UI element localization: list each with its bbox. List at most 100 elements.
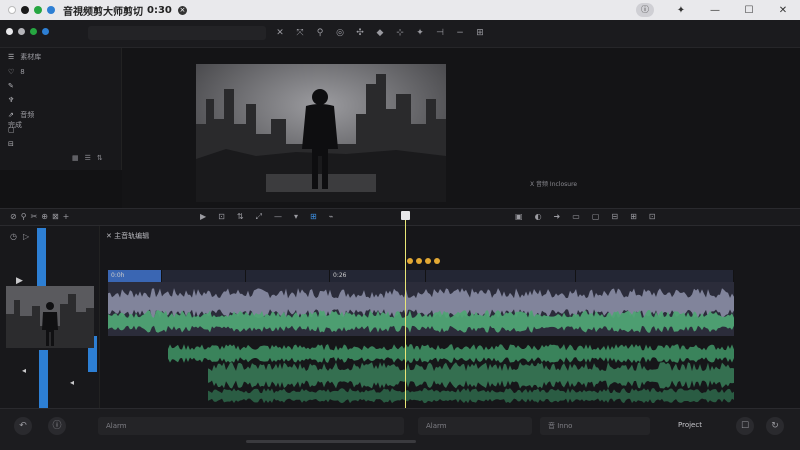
grid-icon[interactable]: ▦ xyxy=(72,154,79,162)
marker[interactable] xyxy=(434,258,440,264)
info-icon[interactable]: ⓘ xyxy=(48,417,66,435)
search-icon[interactable]: ⚲ xyxy=(21,212,27,221)
add-circle-icon[interactable]: ⊕ xyxy=(41,212,48,221)
sidebar-item-2[interactable]: ✎ xyxy=(8,82,18,90)
track-level-bar xyxy=(37,228,46,288)
panel-icon: ⊟ xyxy=(8,140,14,148)
delete-icon[interactable]: ⊠ xyxy=(52,212,59,221)
window-dot-4[interactable] xyxy=(47,6,55,14)
track-play-icon[interactable]: ▶ xyxy=(16,276,23,286)
sort-icon[interactable]: ⇅ xyxy=(97,154,103,162)
clip-segment[interactable] xyxy=(576,270,734,282)
waveform xyxy=(208,388,734,404)
audio-field-1[interactable]: Alarm xyxy=(98,417,404,435)
info-icon[interactable]: ⓘ xyxy=(636,3,654,17)
clip-segment[interactable] xyxy=(426,270,576,282)
window-dot-3[interactable] xyxy=(34,6,42,14)
sidebar-item-1[interactable]: ♡ 8 xyxy=(8,68,25,76)
waveform xyxy=(168,344,734,363)
audio-icon[interactable]: ◎ xyxy=(332,26,348,40)
tab-close-icon[interactable]: × xyxy=(177,5,187,15)
toolbar-dot-1[interactable] xyxy=(6,28,13,35)
sidebar-item-3[interactable]: ♆ xyxy=(8,96,18,104)
list-icon[interactable]: ☰ xyxy=(85,154,91,162)
audio-waveforms[interactable] xyxy=(108,282,734,408)
play-icon[interactable]: ▶ xyxy=(200,212,206,222)
viewer-status-label: X 音频 Inclosure xyxy=(530,181,578,188)
timeline-scrollbar[interactable] xyxy=(246,440,416,443)
clip-segment[interactable]: 0:0h xyxy=(108,270,162,282)
clip-header[interactable]: 0:0h 0:26 xyxy=(108,270,734,282)
sidebar-item-5[interactable]: ▢ xyxy=(8,126,18,134)
clip-segment[interactable]: 0:26 xyxy=(330,270,426,282)
monitor-icon[interactable]: ⊡ xyxy=(649,212,656,221)
box-icon[interactable]: ▣ xyxy=(515,212,523,221)
window-dot-1[interactable] xyxy=(8,6,16,14)
sort-icon[interactable]: ⇅ xyxy=(237,212,244,222)
window-icon[interactable]: ▭ xyxy=(572,212,580,221)
minimize-icon[interactable]: — xyxy=(698,5,732,16)
edit-icon: ✎ xyxy=(8,82,14,90)
speed-icon[interactable]: ⚲ xyxy=(312,26,328,40)
crop-icon[interactable]: ✣ xyxy=(352,26,368,40)
wave-icon[interactable]: ⌁ xyxy=(329,212,334,222)
marker[interactable] xyxy=(425,258,431,264)
maximize-icon[interactable]: ☐ xyxy=(732,5,766,16)
minus-icon[interactable]: ⊣ xyxy=(432,26,448,40)
timeline-toolbar: ⊘ ⚲ ✂ ⊕ ⊠ + ▶ ⊡ ⇅ ⤢ — ▾ ⊞ ⌁ ▣ ◐ ➜ ▭ ▢ ⊟ … xyxy=(0,208,800,226)
close-icon[interactable]: ✕ xyxy=(766,5,800,16)
chat-icon[interactable]: ☐ xyxy=(736,417,754,435)
settings-icon[interactable]: ⊞ xyxy=(472,26,488,40)
line-icon[interactable]: — xyxy=(274,212,282,222)
magic-icon[interactable]: ✦ xyxy=(412,26,428,40)
toolbar-search-field[interactable] xyxy=(88,26,266,40)
audio-field-3[interactable]: 音 Inno xyxy=(540,417,650,435)
project-button[interactable]: Project xyxy=(678,421,702,429)
dropdown-icon[interactable]: ▾ xyxy=(294,212,298,222)
marker[interactable] xyxy=(416,258,422,264)
extension-icon[interactable]: ✦ xyxy=(664,5,698,16)
filter-icon[interactable]: ◆ xyxy=(372,26,388,40)
play-outline-icon[interactable]: ▷ xyxy=(23,232,29,241)
refresh-icon[interactable]: ↻ xyxy=(766,417,784,435)
close-icon[interactable]: ✕ xyxy=(272,26,288,40)
grid-icon[interactable]: ⊞ xyxy=(630,212,637,221)
crop-icon[interactable]: ⊡ xyxy=(218,212,225,222)
window-dot-2[interactable] xyxy=(21,6,29,14)
timeline-right-tools: ▣ ◐ ➜ ▭ ▢ ⊟ ⊞ ⊡ xyxy=(515,212,655,221)
sequence-label: ✕ 主音轨编辑 xyxy=(106,231,149,241)
expand-icon[interactable]: ⤢ xyxy=(256,212,262,222)
stabilize-icon[interactable]: ⊹ xyxy=(392,26,408,40)
video-preview[interactable] xyxy=(196,64,446,202)
contrast-icon[interactable]: ◐ xyxy=(535,212,542,221)
toolbar-dot-3[interactable] xyxy=(30,28,37,35)
toolbar-dot-4[interactable] xyxy=(42,28,49,35)
track-speaker-icon[interactable]: ◂ xyxy=(22,366,26,375)
clock-icon[interactable]: ◷ xyxy=(10,232,17,241)
cut-icon[interactable]: ✂ xyxy=(31,212,38,221)
panel-icon[interactable]: ⊟ xyxy=(611,212,618,221)
clip-thumbnail-image xyxy=(6,286,94,348)
plus-icon[interactable]: − xyxy=(452,26,468,40)
close-icon[interactable]: ✕ xyxy=(106,232,114,240)
frame-icon[interactable]: ▢ xyxy=(592,212,600,221)
marker[interactable] xyxy=(407,258,413,264)
toolbar-dot-2[interactable] xyxy=(18,28,25,35)
snap-icon[interactable]: ⊞ xyxy=(310,212,317,222)
media-sidebar: ☰ 素材库 ♡ 8 ✎ ♆ ⇗ 音频 完成 ▢ ⊟ ▦ ☰ ⇅ xyxy=(0,48,122,170)
playhead[interactable] xyxy=(405,216,406,408)
plus-icon[interactable]: + xyxy=(63,212,70,221)
clip-thumbnail[interactable] xyxy=(6,286,94,348)
clip-segment[interactable] xyxy=(246,270,330,282)
clip-segment[interactable] xyxy=(162,270,246,282)
playhead-handle[interactable] xyxy=(401,211,410,220)
bottom-bar: ↶ ⓘ Alarm Alarm 音 Inno Project ☐ ↻ xyxy=(0,408,800,450)
sidebar-item-6[interactable]: ⊟ xyxy=(8,140,18,148)
arrow-icon[interactable]: ➜ xyxy=(554,212,561,221)
no-icon[interactable]: ⊘ xyxy=(10,212,17,221)
track-mute-icon[interactable]: ◂ xyxy=(70,378,74,387)
transform-icon[interactable]: ⤧ xyxy=(292,26,308,40)
toolbar-icons: ✕ ⤧ ⚲ ◎ ✣ ◆ ⊹ ✦ ⊣ − ⊞ xyxy=(272,26,488,40)
undo-icon[interactable]: ↶ xyxy=(14,417,32,435)
audio-field-2[interactable]: Alarm xyxy=(418,417,532,435)
